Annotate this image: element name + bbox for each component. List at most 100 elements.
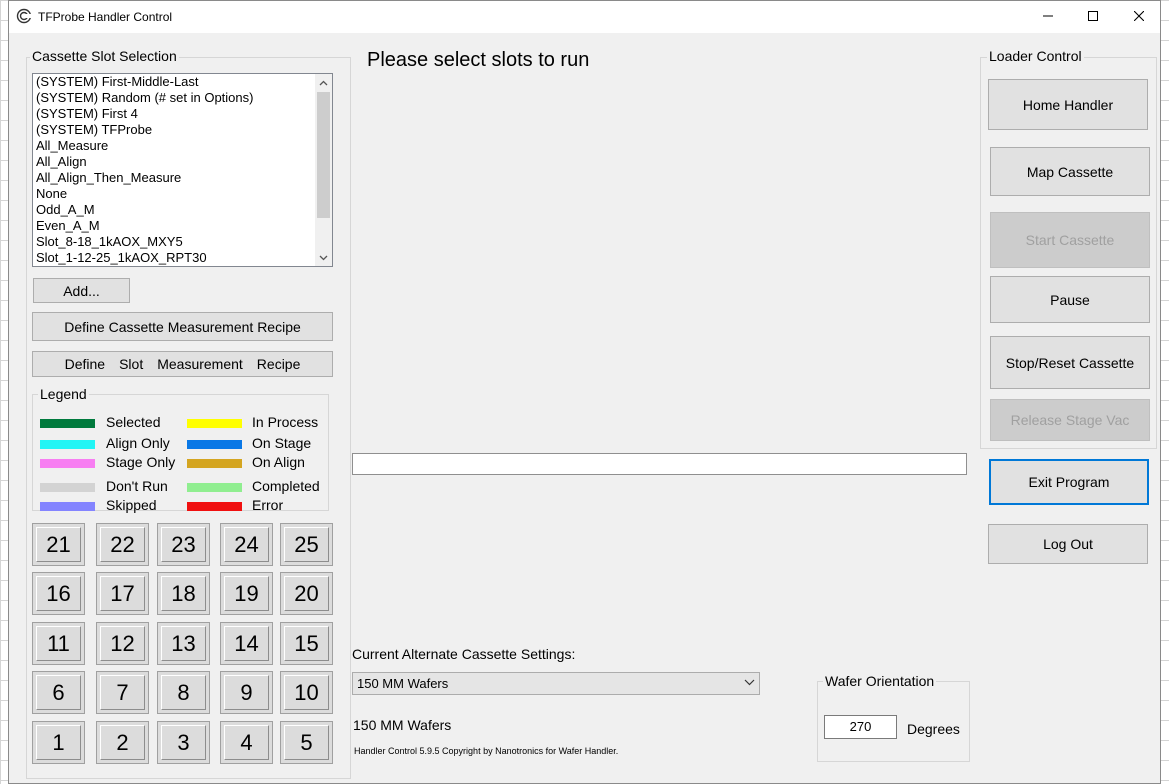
wafer-description: 150 MM Wafers bbox=[353, 717, 452, 733]
list-item[interactable]: All_Align_Then_Measure bbox=[36, 170, 253, 186]
close-icon bbox=[1134, 11, 1144, 21]
slot-button[interactable]: 1 bbox=[32, 721, 85, 764]
close-button[interactable] bbox=[1116, 1, 1162, 31]
legend-swatch bbox=[187, 502, 242, 511]
legend-label: Selected bbox=[106, 414, 161, 430]
alternate-settings-label: Current Alternate Cassette Settings: bbox=[352, 646, 576, 662]
slot-button[interactable]: 21 bbox=[32, 523, 85, 566]
minimize-icon bbox=[1043, 15, 1053, 17]
recipe-list: (SYSTEM) First-Middle-Last (SYSTEM) Rando… bbox=[33, 74, 253, 266]
slot-button[interactable]: 18 bbox=[157, 572, 210, 615]
legend-swatch bbox=[187, 459, 242, 468]
slot-number: 13 bbox=[171, 630, 196, 656]
list-item[interactable]: Odd_A_M bbox=[36, 202, 253, 218]
slot-button[interactable]: 13 bbox=[157, 622, 210, 665]
legend-swatch bbox=[40, 483, 95, 492]
pause-button[interactable]: Pause bbox=[990, 276, 1150, 323]
listbox-scrollbar[interactable] bbox=[315, 74, 332, 266]
slot-number: 23 bbox=[171, 531, 196, 557]
slot-button[interactable]: 2 bbox=[96, 721, 149, 764]
define-slot-word: Define bbox=[64, 356, 106, 372]
slot-button[interactable]: 24 bbox=[220, 523, 273, 566]
legend-label: On Align bbox=[252, 454, 305, 470]
list-item[interactable]: All_Measure bbox=[36, 138, 253, 154]
scroll-thumb[interactable] bbox=[317, 92, 330, 218]
slot-number: 5 bbox=[300, 729, 313, 755]
slot-button[interactable]: 3 bbox=[157, 721, 210, 764]
stop-reset-cassette-button[interactable]: Stop/Reset Cassette bbox=[990, 336, 1150, 389]
slot-button[interactable]: 19 bbox=[220, 572, 273, 615]
slot-button[interactable]: 14 bbox=[220, 622, 273, 665]
app-window: TFProbe Handler Control Cassette Slot Se… bbox=[8, 0, 1161, 784]
define-slot-word: Recipe bbox=[256, 356, 301, 372]
maximize-button[interactable] bbox=[1070, 1, 1116, 31]
slot-button[interactable]: 23 bbox=[157, 523, 210, 566]
minimize-button[interactable] bbox=[1025, 1, 1071, 31]
slot-number: 16 bbox=[46, 580, 71, 606]
start-cassette-button[interactable]: Start Cassette bbox=[990, 212, 1150, 268]
list-item[interactable]: Even_A_M bbox=[36, 218, 253, 234]
scroll-down-button[interactable] bbox=[315, 249, 332, 266]
slot-number: 4 bbox=[240, 729, 253, 755]
release-stage-vac-button[interactable]: Release Stage Vac bbox=[990, 399, 1150, 441]
slot-number: 8 bbox=[177, 679, 190, 705]
home-handler-button[interactable]: Home Handler bbox=[988, 79, 1148, 130]
slot-button[interactable]: 15 bbox=[280, 622, 333, 665]
map-cassette-button[interactable]: Map Cassette bbox=[990, 147, 1150, 196]
add-recipe-button[interactable]: Add... bbox=[33, 278, 130, 303]
legend-label: In Process bbox=[252, 414, 319, 430]
list-item[interactable]: None bbox=[36, 186, 253, 202]
slot-number: 24 bbox=[234, 531, 259, 557]
list-item[interactable]: All_Align bbox=[36, 154, 253, 170]
slot-button[interactable]: 25 bbox=[280, 523, 333, 566]
slot-number: 3 bbox=[177, 729, 190, 755]
window-title: TFProbe Handler Control bbox=[38, 10, 173, 24]
slot-number: 15 bbox=[294, 630, 319, 656]
chevron-down-icon bbox=[744, 679, 755, 686]
slot-button[interactable]: 11 bbox=[32, 622, 85, 665]
slot-button[interactable]: 7 bbox=[96, 671, 149, 714]
list-item[interactable]: (SYSTEM) TFProbe bbox=[36, 122, 253, 138]
progress-bar bbox=[352, 453, 967, 475]
slot-number: 25 bbox=[294, 531, 319, 557]
slot-number: 12 bbox=[110, 630, 135, 656]
slot-number: 7 bbox=[116, 679, 129, 705]
list-item[interactable]: Slot_1-12-25_1kAOX_RPT30 bbox=[36, 250, 253, 266]
legend-label: Skipped bbox=[106, 497, 157, 513]
define-slot-recipe-button[interactable]: Define Slot Measurement Recipe bbox=[32, 351, 333, 377]
title-bar: TFProbe Handler Control bbox=[9, 1, 1160, 33]
orientation-input[interactable]: 270 bbox=[824, 715, 897, 739]
list-item[interactable]: (SYSTEM) Random (# set in Options) bbox=[36, 90, 253, 106]
list-item[interactable]: (SYSTEM) First 4 bbox=[36, 106, 253, 122]
slot-number: 19 bbox=[234, 580, 259, 606]
chevron-up-icon bbox=[319, 80, 328, 85]
slot-number: 2 bbox=[116, 729, 129, 755]
recipe-listbox[interactable]: (SYSTEM) First-Middle-Last (SYSTEM) Rando… bbox=[32, 73, 333, 267]
slot-button[interactable]: 9 bbox=[220, 671, 273, 714]
log-out-button[interactable]: Log Out bbox=[988, 524, 1148, 564]
slot-button[interactable]: 22 bbox=[96, 523, 149, 566]
slot-button[interactable]: 8 bbox=[157, 671, 210, 714]
list-item[interactable]: (SYSTEM) First-Middle-Last bbox=[36, 74, 253, 90]
legend-swatch bbox=[40, 459, 95, 468]
legend-swatch bbox=[187, 483, 242, 492]
orientation-unit: Degrees bbox=[907, 721, 960, 737]
slot-button[interactable]: 4 bbox=[220, 721, 273, 764]
slot-button[interactable]: 10 bbox=[280, 671, 333, 714]
slot-button[interactable]: 20 bbox=[280, 572, 333, 615]
slot-button[interactable]: 12 bbox=[96, 622, 149, 665]
legend-swatch bbox=[187, 419, 242, 428]
alternate-settings-select[interactable]: 150 MM Wafers bbox=[352, 672, 760, 695]
legend-swatch bbox=[40, 502, 95, 511]
scroll-up-button[interactable] bbox=[315, 74, 332, 91]
slot-button[interactable]: 16 bbox=[32, 572, 85, 615]
slot-button[interactable]: 17 bbox=[96, 572, 149, 615]
app-logo-icon bbox=[16, 8, 32, 24]
legend-swatch bbox=[40, 440, 95, 449]
list-item[interactable]: Slot_8-18_1kAOX_MXY5 bbox=[36, 234, 253, 250]
slot-number: 10 bbox=[294, 679, 319, 705]
exit-program-button[interactable]: Exit Program bbox=[989, 459, 1149, 505]
slot-button[interactable]: 6 bbox=[32, 671, 85, 714]
slot-button[interactable]: 5 bbox=[280, 721, 333, 764]
define-cassette-recipe-button[interactable]: Define Cassette Measurement Recipe bbox=[32, 312, 333, 341]
